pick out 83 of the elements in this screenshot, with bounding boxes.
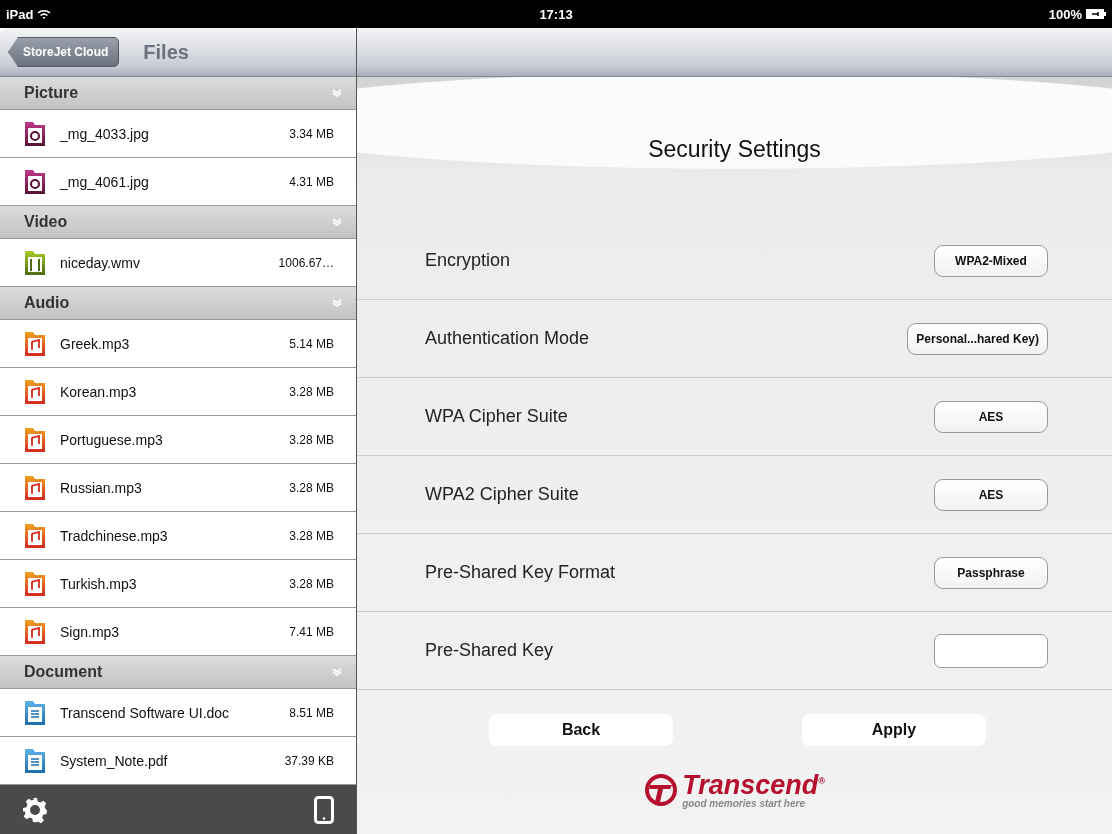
section-title: Audio (24, 294, 70, 312)
section-header[interactable]: Audio (0, 287, 356, 320)
logo-wordmark: Transcend$^{®}$ (682, 771, 825, 799)
file-name: Portuguese.mp3 (60, 431, 164, 448)
file-row[interactable]: Tradchinese.mp3 3.28 MB (0, 512, 356, 560)
audio-file-icon (24, 378, 46, 405)
battery-icon (1086, 9, 1106, 19)
page-title: Security Settings (648, 136, 821, 163)
file-size: 1006.67… (278, 255, 334, 270)
file-name: Transcend Software UI.doc (60, 704, 231, 721)
file-size: 3.28 MB (289, 576, 334, 591)
file-name: _mg_4033.jpg (60, 125, 150, 142)
file-size: 5.14 MB (289, 336, 334, 351)
setting-label: Pre-Shared Key (425, 640, 554, 661)
nav-back-button[interactable]: StoreJet Cloud (8, 37, 120, 67)
action-button[interactable]: Apply (802, 714, 986, 746)
select-button[interactable]: AES (934, 478, 1048, 511)
setting-label: Pre-Shared Key Format (425, 562, 616, 583)
file-name: Tradchinese.mp3 (60, 527, 169, 544)
select-button[interactable]: Personal...hared Key) (907, 322, 1048, 355)
logo-tagline: good memories start here (682, 798, 806, 809)
file-size: 3.34 MB (289, 126, 334, 141)
file-name: System_Note.pdf (60, 752, 169, 769)
video-file-icon (24, 249, 46, 276)
setting-label: Authentication Mode (425, 328, 590, 349)
battery-percentage: 100% (1048, 6, 1082, 22)
file-name: _mg_4061.jpg (60, 173, 150, 190)
section-title: Picture (24, 84, 79, 102)
file-row[interactable]: _mg_4033.jpg 3.34 MB (0, 110, 356, 158)
file-row[interactable]: Korean.mp3 3.28 MB (0, 368, 356, 416)
file-size: 7.41 MB (289, 624, 334, 639)
audio-file-icon (24, 618, 46, 645)
file-name: Korean.mp3 (60, 383, 138, 400)
wifi-icon (37, 8, 52, 20)
file-size: 3.28 MB (289, 480, 334, 495)
carrier-name: iPad (6, 6, 34, 22)
audio-file-icon (24, 426, 46, 453)
audio-file-icon (24, 330, 46, 357)
setting-label: WPA Cipher Suite (425, 406, 568, 427)
select-button[interactable]: Passphrase (934, 556, 1048, 589)
file-size: 3.28 MB (289, 432, 334, 447)
chevron-down-icon (332, 668, 342, 676)
file-size: 37.39 KB (284, 753, 334, 768)
file-size: 3.28 MB (289, 384, 334, 399)
picture-file-icon (24, 120, 46, 147)
audio-file-icon (24, 522, 46, 549)
action-button[interactable]: Back (489, 714, 673, 746)
file-size: 3.28 MB (289, 528, 334, 543)
setting-label: Encryption (425, 250, 511, 271)
picture-file-icon (24, 168, 46, 195)
chevron-down-icon (332, 218, 342, 226)
logo-emblem-icon (644, 773, 679, 807)
setting-label: WPA2 Cipher Suite (425, 484, 579, 505)
settings-icon[interactable] (22, 796, 48, 823)
select-button[interactable]: AES (934, 400, 1048, 433)
file-size: 8.51 MB (289, 705, 334, 720)
section-header[interactable]: Video (0, 206, 356, 239)
file-name: niceday.wmv (60, 254, 141, 271)
section-header[interactable]: Document (0, 656, 356, 689)
file-row[interactable]: Russian.mp3 3.28 MB (0, 464, 356, 512)
nav-title: Files (143, 40, 189, 64)
tablet-icon[interactable] (314, 795, 334, 824)
file-name: Russian.mp3 (60, 479, 143, 496)
file-size: 4.31 MB (289, 174, 334, 189)
file-row[interactable]: Portuguese.mp3 3.28 MB (0, 416, 356, 464)
chevron-down-icon (332, 89, 342, 97)
file-name: Greek.mp3 (60, 335, 131, 352)
document-file-icon (24, 699, 46, 726)
section-header[interactable]: Picture (0, 77, 356, 110)
select-button[interactable]: WPA2-Mixed (934, 244, 1048, 277)
file-row[interactable]: Transcend Software UI.doc 8.51 MB (0, 689, 356, 737)
section-title: Video (24, 213, 68, 231)
input-field[interactable] (934, 633, 1048, 668)
section-title: Document (24, 663, 103, 681)
chevron-down-icon (332, 299, 342, 307)
file-row[interactable]: Turkish.mp3 3.28 MB (0, 560, 356, 608)
clock-time: 17:13 (539, 6, 573, 22)
file-name: Sign.mp3 (60, 623, 121, 640)
file-name: Turkish.mp3 (60, 575, 138, 592)
file-row[interactable]: Greek.mp3 5.14 MB (0, 320, 356, 368)
document-file-icon (24, 747, 46, 774)
audio-file-icon (24, 570, 46, 597)
audio-file-icon (24, 474, 46, 501)
